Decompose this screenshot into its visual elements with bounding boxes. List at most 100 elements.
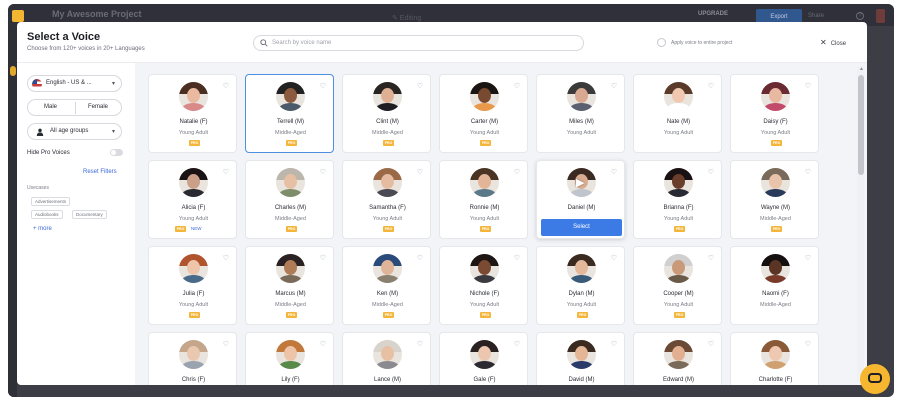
voice-card[interactable]: ♡ Naomi (F) Middle-Aged (730, 246, 819, 325)
voice-card[interactable]: ♡ Samantha (F) Young Adult PRO (342, 160, 431, 239)
favorite-heart-icon[interactable]: ♡ (223, 169, 229, 176)
voice-name: Carter (M) (470, 119, 499, 125)
favorite-heart-icon[interactable]: ♡ (417, 341, 423, 348)
language-select[interactable]: English - US & ... ▾ (27, 75, 122, 92)
voice-card[interactable]: ♡ Natalie (F) Young Adult PRO (148, 74, 237, 153)
favorite-heart-icon[interactable]: ♡ (708, 255, 714, 262)
voice-avatar (373, 168, 402, 197)
voice-card[interactable]: ♡ Carter (M) Young Adult PRO (439, 74, 528, 153)
favorite-heart-icon[interactable]: ♡ (708, 169, 714, 176)
more-usecases-link[interactable]: + more (33, 226, 52, 232)
favorite-heart-icon[interactable]: ♡ (514, 83, 520, 90)
voice-search-input[interactable]: Search by voice name (253, 35, 584, 51)
voice-card[interactable]: ♡ Ken (M) Middle-Aged PRO (342, 246, 431, 325)
user-avatar[interactable] (876, 9, 885, 23)
play-preview-icon[interactable]: ▶ (576, 176, 584, 189)
voice-card[interactable]: ♡ David (M) (536, 332, 625, 385)
close-button[interactable]: ✕ Close (820, 38, 846, 47)
pro-badge: PRO (189, 140, 200, 146)
voice-card[interactable]: ♡ Charlotte (F) (730, 332, 819, 385)
favorite-heart-icon[interactable]: ♡ (320, 255, 326, 262)
upgrade-link[interactable]: UPGRADE (698, 11, 728, 17)
voice-card[interactable]: ♡ Brianna (F) Young Adult PRO (633, 160, 722, 239)
favorite-heart-icon[interactable]: ♡ (417, 83, 423, 90)
share-button[interactable]: Share (808, 13, 824, 19)
project-title[interactable]: My Awesome Project (52, 9, 142, 19)
hide-pro-toggle[interactable] (110, 149, 123, 156)
gender-female-option[interactable]: Female (88, 104, 108, 110)
voice-card[interactable]: ♡ Lily (F) (245, 332, 334, 385)
favorite-heart-icon[interactable]: ♡ (805, 83, 811, 90)
gender-toggle: Male Female (27, 99, 122, 116)
favorite-heart-icon[interactable]: ♡ (805, 341, 811, 348)
favorite-heart-icon[interactable]: ♡ (611, 83, 617, 90)
voice-card[interactable]: ♡ Terrell (M) Middle-Aged PRO (245, 74, 334, 153)
voice-card[interactable]: ♡ Clint (M) Middle-Aged PRO (342, 74, 431, 153)
help-icon[interactable]: ? (856, 12, 864, 20)
chevron-down-icon: ▾ (111, 81, 115, 87)
voice-card[interactable]: ♡ ▶ Daniel (M) Select (536, 160, 625, 239)
voice-card[interactable]: ♡ Nate (M) Young Adult (633, 74, 722, 153)
voice-card[interactable]: ♡ Daisy (F) Young Adult PRO (730, 74, 819, 153)
favorite-heart-icon[interactable]: ♡ (514, 169, 520, 176)
hide-pro-label: Hide Pro Voices (27, 150, 70, 156)
voice-card[interactable]: ♡ Nichole (F) Young Adult PRO (439, 246, 528, 325)
voice-name: Daniel (M) (567, 205, 596, 211)
voice-card[interactable]: ♡ Julia (F) Young Adult PRO (148, 246, 237, 325)
favorite-heart-icon[interactable]: ♡ (514, 255, 520, 262)
voice-card[interactable]: ♡ Cooper (M) Young Adult PRO (633, 246, 722, 325)
voice-card[interactable]: ♡ Gale (F) (439, 332, 528, 385)
pro-badge: PRO (175, 226, 186, 232)
voice-card[interactable]: ♡ Chris (F) (148, 332, 237, 385)
voice-card[interactable]: ♡ Ronnie (M) Young Adult PRO (439, 160, 528, 239)
favorite-heart-icon[interactable]: ♡ (611, 341, 617, 348)
favorite-heart-icon[interactable]: ♡ (805, 169, 811, 176)
voice-name: Brianna (F) (663, 205, 694, 211)
favorite-heart-icon[interactable]: ♡ (708, 341, 714, 348)
favorite-heart-icon[interactable]: ♡ (611, 255, 617, 262)
favorite-heart-icon[interactable]: ♡ (223, 341, 229, 348)
voice-card[interactable]: ♡ Miles (M) Young Adult (536, 74, 625, 153)
voice-avatar (761, 254, 790, 283)
app-logo-icon[interactable] (12, 10, 24, 22)
voice-avatar (179, 340, 208, 369)
voice-name: David (M) (568, 377, 595, 383)
close-icon: ✕ (820, 38, 827, 47)
favorite-heart-icon[interactable]: ♡ (320, 169, 326, 176)
favorite-heart-icon[interactable]: ♡ (514, 341, 520, 348)
voice-card[interactable]: ♡ Charles (M) Middle-Aged PRO (245, 160, 334, 239)
apply-to-project-checkbox[interactable] (657, 38, 666, 47)
gender-male-option[interactable]: Male (44, 104, 57, 110)
voice-age-group: Middle-Aged (760, 302, 791, 308)
scrollbar-thumb[interactable] (858, 75, 864, 175)
voice-card[interactable]: ♡ Dylan (M) Young Adult PRO (536, 246, 625, 325)
scroll-up-icon[interactable]: ▲ (859, 66, 864, 72)
voice-card[interactable]: ♡ Alicia (F) Young Adult PRO NEW (148, 160, 237, 239)
voice-card[interactable]: ♡ Lance (M) (342, 332, 431, 385)
favorite-heart-icon[interactable]: ♡ (417, 255, 423, 262)
favorite-heart-icon[interactable]: ♡ (223, 83, 229, 90)
usecase-chip[interactable]: Audiobooks (31, 210, 63, 219)
usecase-chip[interactable]: Advertisements (31, 197, 71, 206)
voice-grid: ♡ Natalie (F) Young Adult PRO ♡ Terrell (M) Mi… (135, 63, 867, 385)
reset-filters-link[interactable]: Reset Filters (83, 169, 117, 175)
voice-card[interactable]: ♡ Marcus (M) Middle-Aged PRO (245, 246, 334, 325)
pro-badge: PRO (286, 312, 297, 318)
favorite-heart-icon[interactable]: ♡ (223, 255, 229, 262)
favorite-heart-icon[interactable]: ♡ (805, 255, 811, 262)
pro-badge: PRO (383, 312, 394, 318)
select-voice-button[interactable]: Select (541, 219, 622, 236)
usecases-label: Usecases (27, 185, 49, 191)
favorite-heart-icon[interactable]: ♡ (320, 341, 326, 348)
voice-card[interactable]: ♡ Edward (M) (633, 332, 722, 385)
favorite-heart-icon[interactable]: ♡ (320, 83, 326, 90)
usecase-chip[interactable]: Documentary (72, 210, 107, 219)
age-group-select[interactable]: All age groups ▾ (27, 123, 122, 140)
favorite-heart-icon[interactable]: ♡ (611, 169, 617, 176)
voice-age-group: Young Adult (469, 130, 500, 136)
voice-avatar: ▶ (567, 168, 596, 197)
voice-card[interactable]: ♡ Wayne (M) Middle-Aged PRO (730, 160, 819, 239)
favorite-heart-icon[interactable]: ♡ (417, 169, 423, 176)
favorite-heart-icon[interactable]: ♡ (708, 83, 714, 90)
search-placeholder: Search by voice name (272, 40, 332, 46)
